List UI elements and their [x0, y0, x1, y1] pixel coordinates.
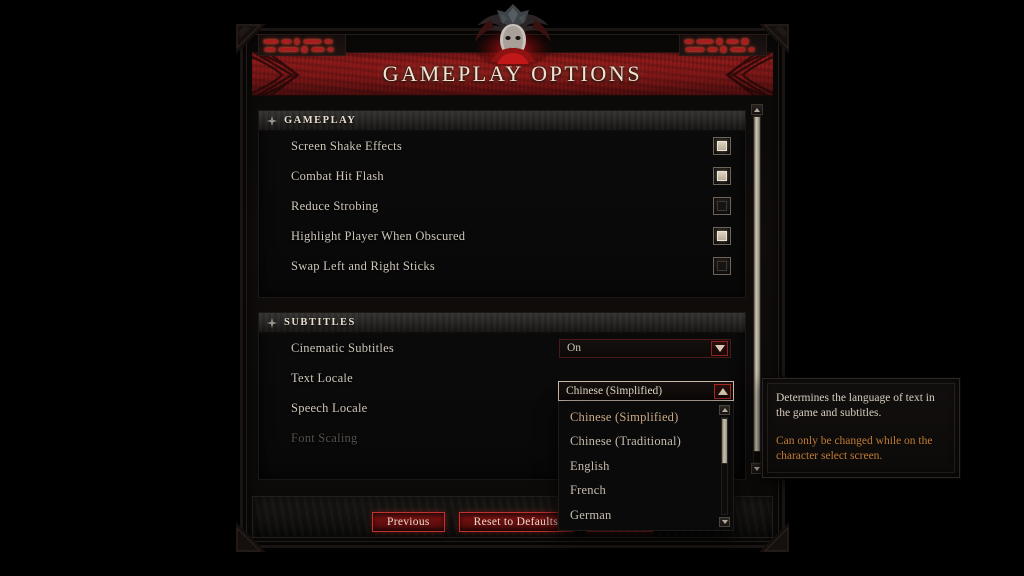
- chevron-down-icon[interactable]: [711, 340, 728, 356]
- dropdown-selected-value: Chinese (Simplified): [566, 385, 663, 397]
- tooltip-description: Determines the language of text in the g…: [776, 392, 935, 419]
- option-row-swap-sticks[interactable]: Swap Left and Right Sticks: [259, 251, 745, 281]
- rune-plate-left: [258, 34, 346, 56]
- dropdown-option[interactable]: French: [559, 479, 733, 504]
- checkbox-reduce-strobing[interactable]: [713, 197, 731, 215]
- checkbox-combat-hit-flash[interactable]: [713, 167, 731, 185]
- option-row-reduce-strobing[interactable]: Reduce Strobing: [259, 191, 745, 221]
- scrollbar-thumb[interactable]: [753, 116, 761, 452]
- tooltip-panel: Determines the language of text in the g…: [762, 378, 960, 478]
- rune-plate-right: [679, 34, 767, 56]
- option-row-combat-hit-flash[interactable]: Combat Hit Flash: [259, 161, 745, 191]
- dropdown-option[interactable]: German: [559, 503, 733, 528]
- option-label: Screen Shake Effects: [291, 138, 402, 153]
- tooltip-warning: Can only be changed while on the charact…: [776, 435, 933, 462]
- section-header-subtitles: SUBTITLES: [259, 313, 745, 333]
- chevron-up-icon[interactable]: [714, 383, 731, 399]
- checkbox-highlight-player-when-obscured[interactable]: [713, 227, 731, 245]
- checkbox-screen-shake-effects[interactable]: [713, 137, 731, 155]
- option-label: Cinematic Subtitles: [291, 340, 395, 355]
- option-label: Reduce Strobing: [291, 198, 379, 213]
- scroll-up-button[interactable]: [751, 104, 763, 115]
- checkbox-swap-left-and-right-sticks[interactable]: [713, 257, 731, 275]
- text-locale-dropdown[interactable]: Chinese (Simplified) Chinese (Simplified…: [558, 381, 734, 531]
- dropdown-option[interactable]: Chinese (Traditional): [559, 430, 733, 455]
- section-gameplay: GAMEPLAY Screen Shake Effects Combat Hit…: [258, 110, 746, 298]
- option-row-cinematic-subtitles[interactable]: Cinematic Subtitles On: [259, 333, 745, 363]
- dropdown-scrollbar-thumb[interactable]: [721, 418, 728, 464]
- dropdown-option[interactable]: Chinese (Simplified): [559, 405, 733, 430]
- option-label: Highlight Player When Obscured: [291, 228, 466, 243]
- dropdown-value: On: [567, 342, 582, 354]
- dropdown-scrollbar[interactable]: [719, 405, 730, 527]
- option-label: Combat Hit Flash: [291, 168, 384, 183]
- diamond-bullet-icon: [267, 317, 277, 328]
- option-row-highlight-player[interactable]: Highlight Player When Obscured: [259, 221, 745, 251]
- section-title: GAMEPLAY: [284, 115, 357, 126]
- section-title: SUBTITLES: [284, 317, 356, 328]
- dropdown-option[interactable]: English: [559, 454, 733, 479]
- dropdown-option-list[interactable]: Chinese (Simplified) Chinese (Traditiona…: [558, 401, 734, 531]
- lilith-demon-head-icon: [472, 4, 553, 66]
- option-label: Swap Left and Right Sticks: [291, 258, 435, 273]
- dropdown-cinematic-subtitles[interactable]: On: [559, 338, 731, 358]
- reset-to-defaults-button[interactable]: Reset to Defaults: [458, 512, 573, 532]
- dropdown-scroll-up-button[interactable]: [719, 405, 730, 415]
- option-row-screen-shake[interactable]: Screen Shake Effects: [259, 131, 745, 161]
- previous-button[interactable]: Previous: [372, 512, 445, 532]
- game-options-screen: GAMEPLAY OPTIONS GAMEPLAY Screen Shake E…: [0, 0, 1024, 576]
- diamond-bullet-icon: [267, 115, 277, 126]
- section-header-gameplay: GAMEPLAY: [259, 111, 745, 131]
- dropdown-scroll-down-button[interactable]: [719, 516, 730, 527]
- dropdown-selected-row[interactable]: Chinese (Simplified): [558, 381, 734, 401]
